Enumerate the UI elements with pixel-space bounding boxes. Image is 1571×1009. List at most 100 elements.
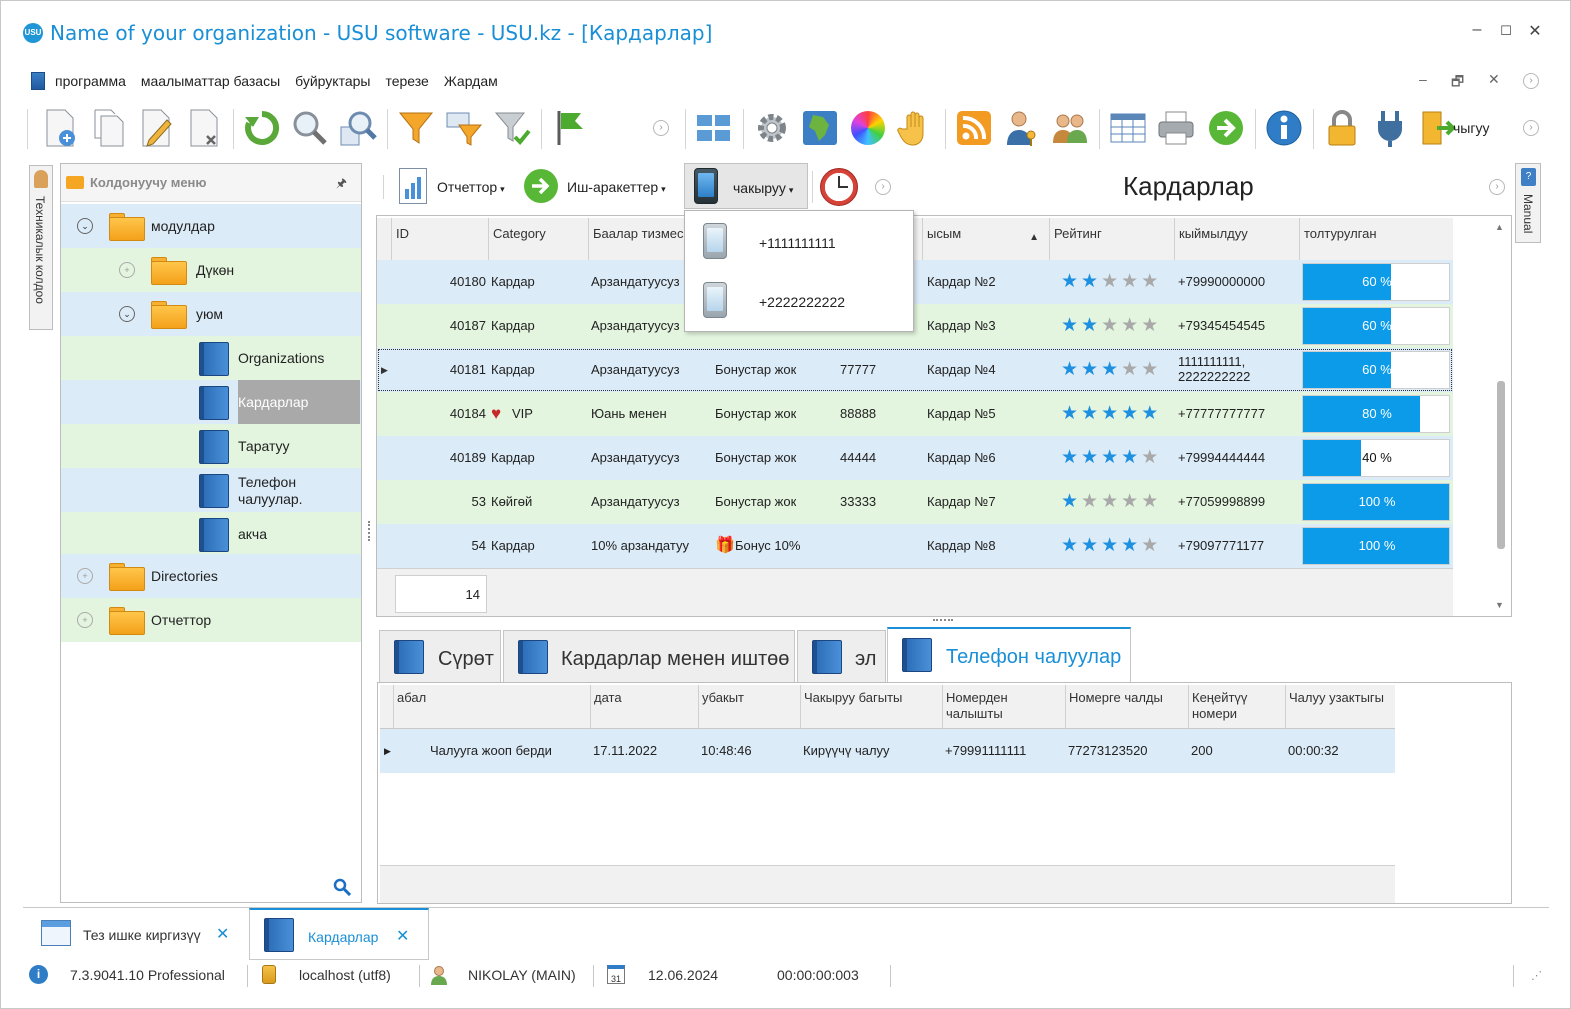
tree-item-clients[interactable]: Кардарлар <box>61 380 361 424</box>
tree-item-store[interactable]: + Дүкөн <box>61 248 361 292</box>
menu-window[interactable]: терезе <box>385 73 428 89</box>
expand-icon[interactable]: + <box>119 262 135 278</box>
lock-icon[interactable] <box>1321 107 1363 149</box>
tree-item-directories[interactable]: + Directories <box>61 554 361 598</box>
table-row[interactable]: 40189 Кардар Арзандатуусуз Бонустар жок 4444… <box>377 436 1453 480</box>
filter-icon[interactable] <box>395 107 437 149</box>
add-document-icon[interactable] <box>39 107 81 149</box>
scroll-up-icon[interactable]: ▲ <box>1495 222 1504 232</box>
reports-dropdown[interactable]: Отчеттор ▾ <box>437 179 505 195</box>
tree-item-reports[interactable]: + Отчеттор <box>61 598 361 642</box>
printer-icon[interactable] <box>1155 107 1197 149</box>
tree-item-mailing[interactable]: Таратуу <box>61 424 361 468</box>
filter-settings-icon[interactable] <box>443 107 485 149</box>
user-key-icon[interactable] <box>1001 107 1043 149</box>
grid-vertical-scrollbar[interactable]: ▲ ▼ <box>1489 216 1511 616</box>
layout-grid-icon[interactable] <box>693 107 735 149</box>
expand-icon[interactable]: + <box>77 568 93 584</box>
clock-icon[interactable] <box>820 168 858 206</box>
table-row[interactable]: 40187 Кардар Арзандатуусуз Кардар №3 ★ ★ ★ ★ ★ +7… <box>377 304 1453 348</box>
collapse-menu-icon[interactable]: › <box>1523 73 1539 89</box>
tree-item-phone-calls[interactable]: Телефон чалуулар. <box>61 468 361 512</box>
call-option[interactable]: +1111111111 <box>685 213 913 271</box>
column-header-category[interactable]: Category <box>489 218 589 262</box>
plug-icon[interactable] <box>1369 107 1411 149</box>
title-collapse-icon[interactable]: › <box>1489 179 1505 195</box>
manual-side-tab[interactable]: ? Manual <box>1515 163 1541 243</box>
table-row[interactable]: ▶ Чалууга жооп берди 17.11.2022 10:48:46… <box>380 729 1395 773</box>
window-tab-quick-start[interactable]: Тез ишке киргизүү ✕ <box>23 908 247 960</box>
advanced-search-icon[interactable] <box>337 107 379 149</box>
collapse-icon[interactable]: ⌄ <box>77 218 93 234</box>
window-tab-clients[interactable]: Кардарлар ✕ <box>249 908 429 960</box>
tab-phone-calls[interactable]: Телефон чалуулар <box>887 627 1131 683</box>
minimize-button[interactable]: – <box>1466 21 1488 39</box>
refresh-icon[interactable] <box>241 107 283 149</box>
panel-splitter[interactable] <box>368 521 371 541</box>
column-header-direction[interactable]: Чакыруу багыты <box>801 685 943 729</box>
report-icon[interactable] <box>399 168 427 204</box>
inner-toolbar-collapse-icon[interactable]: › <box>875 179 891 195</box>
delete-document-icon[interactable] <box>183 107 225 149</box>
maximize-button[interactable]: ☐ <box>1495 23 1517 39</box>
menu-database[interactable]: маалыматтар базасы <box>141 73 280 89</box>
table-row[interactable]: 53 Көйгөй Арзандатуусуз Бонустар жок 33333 Ка… <box>377 480 1453 524</box>
menu-program[interactable]: программа <box>55 73 126 89</box>
rss-icon[interactable] <box>953 107 995 149</box>
tab-photo[interactable]: Сүрөт <box>379 630 501 682</box>
close-tab-icon[interactable]: ✕ <box>396 926 409 946</box>
resize-grip-icon[interactable]: ⋰ <box>1531 969 1542 982</box>
table-row[interactable]: 54 Кардар 10% арзандатуу 🎁 Бонус 10% Кардар №… <box>377 524 1453 568</box>
toolbar-collapse-icon[interactable]: › <box>653 120 669 136</box>
collapse-icon[interactable]: ⌄ <box>119 306 135 322</box>
menu-search-icon[interactable] <box>333 878 352 901</box>
actions-arrow-icon[interactable] <box>524 169 558 203</box>
tree-item-organization[interactable]: ⌄ уюм <box>61 292 361 336</box>
column-header-to[interactable]: Номерге чалды <box>1066 685 1189 729</box>
color-wheel-icon[interactable] <box>847 107 889 149</box>
users-group-icon[interactable] <box>1049 107 1091 149</box>
close-tab-icon[interactable]: ✕ <box>216 924 229 944</box>
horizontal-splitter[interactable] <box>933 619 953 621</box>
map-icon[interactable] <box>799 107 841 149</box>
edit-document-icon[interactable] <box>135 107 177 149</box>
copy-document-icon[interactable] <box>87 107 129 149</box>
table-row[interactable]: 40180 Кардар Арзандатуусуз Кардар №2 ★ ★ ★ ★ ★ +7… <box>377 260 1453 304</box>
pin-icon[interactable]: 🖈 <box>336 174 347 195</box>
mdi-restore-button[interactable]: 🗗 <box>1451 71 1464 95</box>
toolbar-right-collapse-icon[interactable]: › <box>1523 120 1539 136</box>
column-header-extension[interactable]: Кеңейтүү номери <box>1189 685 1286 729</box>
tree-item-organizations[interactable]: Organizations <box>61 336 361 380</box>
column-header-mobile[interactable]: кыймылдуу <box>1175 218 1300 262</box>
close-button[interactable]: ✕ <box>1524 21 1546 41</box>
menu-commands[interactable]: буйруктары <box>295 73 370 89</box>
hand-icon[interactable] <box>895 107 937 149</box>
tab-work-with-clients[interactable]: Кардарлар менен иштөө <box>503 630 795 682</box>
column-header-time[interactable]: убакыт <box>699 685 801 729</box>
search-icon[interactable] <box>289 107 331 149</box>
clear-filter-icon[interactable] <box>491 107 533 149</box>
tech-support-side-tab[interactable]: Техникалык колдоо <box>29 165 53 330</box>
actions-dropdown[interactable]: Иш-аракеттер ▾ <box>567 179 666 195</box>
column-header-rating[interactable]: Рейтинг <box>1050 218 1175 262</box>
call-dropdown-button[interactable]: чакыруу ▾ <box>684 163 808 209</box>
column-header-filled[interactable]: толтурулган <box>1300 218 1453 262</box>
info-icon[interactable] <box>1263 107 1305 149</box>
exit-label[interactable]: чыгуу <box>1453 120 1489 136</box>
scroll-down-icon[interactable]: ▼ <box>1495 600 1504 610</box>
column-header-status[interactable]: абал <box>394 685 591 729</box>
scroll-thumb[interactable] <box>1497 381 1505 549</box>
table-row[interactable]: ▶ 40181 Кардар Арзандатуусуз Бонустар жок 777… <box>377 348 1453 392</box>
column-header-from[interactable]: Номерден чалышты <box>943 685 1066 729</box>
tree-item-money[interactable]: акча <box>61 512 361 556</box>
expand-icon[interactable]: + <box>77 612 93 628</box>
tab-people[interactable]: эл <box>797 630 886 682</box>
menu-help[interactable]: Жардам <box>444 73 498 89</box>
mdi-minimize-button[interactable]: – <box>1419 71 1427 87</box>
column-header-id[interactable]: ID <box>392 218 489 262</box>
app-menu-icon[interactable] <box>31 72 45 90</box>
table-icon[interactable] <box>1107 107 1149 149</box>
column-header-name[interactable]: ысым ▲ <box>923 218 1050 262</box>
column-header-date[interactable]: дата <box>591 685 699 729</box>
go-forward-icon[interactable] <box>1205 107 1247 149</box>
